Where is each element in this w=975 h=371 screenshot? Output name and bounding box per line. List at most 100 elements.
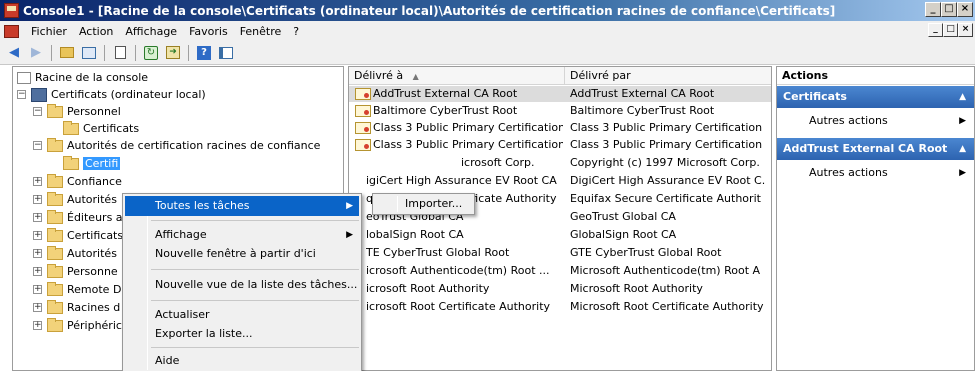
collapse-toggle[interactable]: −	[17, 90, 26, 99]
table-row[interactable]: icrosoft Authenticode(tm) Root ... Micro…	[349, 263, 771, 279]
collapse-toggle[interactable]: −	[33, 141, 42, 150]
tree-node-child[interactable]: + Confiance	[33, 173, 122, 190]
expand-toggle[interactable]: +	[33, 195, 42, 204]
tree-node-personnel-certs[interactable]: Certificats	[63, 120, 139, 137]
minimize-button[interactable]: _	[925, 2, 941, 17]
properties-button[interactable]	[110, 44, 130, 62]
collapse-toggle[interactable]: −	[33, 107, 42, 116]
tree-label: Autorités	[67, 193, 117, 206]
tree-node-certs-local[interactable]: − Certificats (ordinateur local)	[17, 86, 206, 103]
table-row[interactable]: Class 3 Public Primary Certification... …	[349, 120, 771, 136]
submenu-arrow-icon: ▶	[959, 116, 966, 126]
expand-toggle[interactable]: +	[33, 177, 42, 186]
show-hide-tree-button[interactable]	[79, 44, 99, 62]
table-row[interactable]: TE CyberTrust Global Root GTE CyberTrust…	[349, 245, 771, 261]
folder-icon	[47, 137, 63, 152]
table-row[interactable]: lobalSign Root CA GlobalSign Root CA	[349, 227, 771, 243]
mmc-app-icon[interactable]	[4, 3, 19, 18]
title-bar[interactable]: Console1 - [Racine de la console\Certifi…	[0, 0, 975, 21]
tree-node-trusted-root-certs[interactable]: Certifi	[63, 155, 121, 172]
tree-node-root[interactable]: Racine de la console	[17, 69, 148, 86]
menu-separator	[151, 300, 359, 301]
menu-favoris[interactable]: Favoris	[183, 25, 234, 38]
tree-node-child[interactable]: + Autorités	[33, 245, 117, 262]
tree-node-personnel[interactable]: − Personnel	[33, 103, 121, 120]
menu-fenetre[interactable]: Fenêtre	[234, 25, 288, 38]
mdi-minimize-button[interactable]: _	[928, 23, 943, 37]
expand-toggle[interactable]: +	[33, 303, 42, 312]
maximize-button[interactable]: □	[941, 2, 957, 17]
console-menu-icon[interactable]	[4, 24, 19, 38]
action-group-certificats[interactable]: Certificats ▲	[777, 86, 974, 108]
action-more-actions[interactable]: Autres actions ▶	[777, 112, 974, 130]
table-row[interactable]: igiCert High Assurance EV Root CA DigiCe…	[349, 173, 771, 189]
mdi-close-button[interactable]: ×	[958, 23, 973, 37]
column-header-issued-by[interactable]: Délivré par	[565, 67, 771, 85]
menu-item-refresh[interactable]: Actualiser	[125, 305, 359, 325]
forward-button[interactable]: ▶	[26, 44, 46, 62]
action-group-selected-cert[interactable]: AddTrust External CA Root ▲	[777, 138, 974, 160]
table-row[interactable]: icrosoft Root Certificate Authority Micr…	[349, 299, 771, 315]
cell-issued-to: Baltimore CyberTrust Root	[373, 104, 518, 117]
column-label: Délivré à	[354, 69, 404, 82]
refresh-button[interactable]: ↻	[141, 44, 161, 62]
expand-toggle[interactable]: +	[33, 249, 42, 258]
table-row[interactable]: Class 3 Public Primary Certification... …	[349, 137, 771, 153]
menu-item-import[interactable]: Importer...	[375, 194, 472, 214]
table-row[interactable]: icrosoft Root Authority Microsoft Root A…	[349, 281, 771, 297]
tree-label: Certificats (ordinateur local)	[51, 88, 206, 101]
menu-help[interactable]: ?	[287, 25, 305, 38]
tree-node-child[interactable]: + Personne	[33, 263, 118, 280]
tree-node-child[interactable]: + Racines d	[33, 299, 120, 316]
tree-node-child[interactable]: + Remote D	[33, 281, 121, 298]
menu-action[interactable]: Action	[73, 25, 119, 38]
close-button[interactable]: ×	[957, 2, 973, 17]
action-more-actions[interactable]: Autres actions ▶	[777, 164, 974, 182]
expand-toggle[interactable]: +	[33, 231, 42, 240]
menu-item-new-taskpad[interactable]: Nouvelle vue de la liste des tâches...	[125, 275, 359, 295]
menu-item-view[interactable]: Affichage ▶	[125, 225, 359, 245]
column-header-issued-to[interactable]: Délivré à ▲	[349, 67, 565, 85]
expand-toggle[interactable]: +	[33, 213, 42, 222]
menu-item-help[interactable]: Aide	[125, 351, 359, 371]
tree-node-child[interactable]: + Certificats	[33, 227, 123, 244]
toolbar-separator	[51, 44, 52, 61]
cell-issued-to: igiCert High Assurance EV Root CA	[366, 174, 557, 187]
table-row[interactable]: AddTrust External CA Root AddTrust Exter…	[349, 86, 771, 102]
tree-node-trusted-root[interactable]: − Autorités de certification racines de …	[33, 137, 320, 154]
back-button[interactable]: ◀	[4, 44, 24, 62]
cell-issued-by: Equifax Secure Certificate Authorit	[570, 192, 761, 205]
menu-separator	[151, 269, 359, 270]
help-button[interactable]: ?	[194, 44, 214, 62]
folder-up-icon	[60, 47, 74, 58]
menu-item-all-tasks[interactable]: Toutes les tâches ▶	[125, 196, 359, 216]
expand-toggle[interactable]: +	[33, 267, 42, 276]
menu-item-new-window[interactable]: Nouvelle fenêtre à partir d'ici	[125, 244, 359, 264]
tree-label: Certificats	[83, 122, 140, 135]
certificate-list-pane[interactable]: Délivré à ▲ Délivré par AddTrust Externa…	[348, 66, 772, 371]
tree-node-child[interactable]: + Autorités	[33, 191, 117, 208]
menu-fichier[interactable]: Fichier	[25, 25, 73, 38]
folder-icon	[47, 103, 63, 118]
cell-issued-by: GeoTrust Global CA	[570, 210, 676, 223]
menu-affichage[interactable]: Affichage	[119, 25, 183, 38]
collapse-icon[interactable]: ▲	[959, 86, 966, 108]
collapse-icon[interactable]: ▲	[959, 138, 966, 160]
table-row[interactable]: Baltimore CyberTrust Root Baltimore Cybe…	[349, 103, 771, 119]
expand-toggle[interactable]: +	[33, 285, 42, 294]
menu-item-export-list[interactable]: Exporter la liste...	[125, 324, 359, 344]
export-list-button[interactable]: ➜	[163, 44, 183, 62]
expand-toggle[interactable]: +	[33, 321, 42, 330]
tree-node-child[interactable]: + Périphéric	[33, 317, 122, 334]
action-label: Autres actions	[809, 166, 888, 179]
toolbar: ◀ ▶ ↻ ➜ ?	[0, 41, 975, 65]
mdi-restore-button[interactable]: □	[943, 23, 958, 37]
tree-node-child[interactable]: + Éditeurs a	[33, 209, 123, 226]
tree-label: Confiance	[67, 175, 122, 188]
up-one-level-button[interactable]	[57, 44, 77, 62]
tree-label: Personne	[67, 265, 118, 278]
cell-issued-by: GTE CyberTrust Global Root	[570, 246, 722, 259]
table-row[interactable]: icrosoft Corp. Copyright (c) 1997 Micros…	[349, 155, 771, 171]
certificate-icon	[355, 88, 371, 100]
show-action-pane-button[interactable]	[216, 44, 236, 62]
